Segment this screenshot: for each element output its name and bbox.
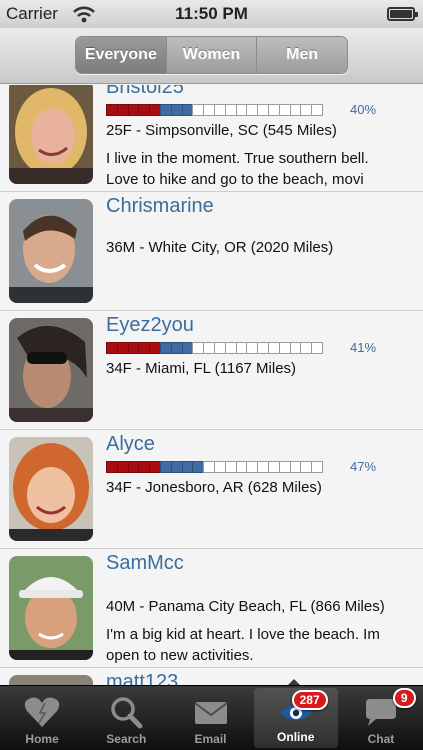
profile-info: 34F - Miami, FL (1167 Miles) bbox=[106, 360, 297, 377]
bio-line: I live in the moment. True southern bell… bbox=[106, 150, 369, 167]
profile-info: 34F - Jonesboro, AR (628 Miles) bbox=[106, 479, 322, 496]
profile-info: 25F - Simpsonville, SC (545 Miles) bbox=[106, 122, 337, 139]
profile-list[interactable]: Bristol25 40% 25F - Simpsonville, SC (54… bbox=[0, 85, 423, 685]
avatar bbox=[9, 85, 93, 184]
avatar bbox=[9, 556, 93, 660]
chat-count-badge: 9 bbox=[392, 688, 416, 708]
meter-cell bbox=[311, 104, 323, 116]
meter-cell bbox=[311, 342, 323, 354]
tab-label: Chat bbox=[367, 732, 395, 746]
match-percent: 41% bbox=[350, 340, 377, 355]
profile-row[interactable]: Bristol25 40% 25F - Simpsonville, SC (54… bbox=[0, 85, 423, 192]
tab-online[interactable]: 287 Online bbox=[253, 688, 338, 748]
match-meter bbox=[106, 104, 323, 116]
status-bar: Carrier 11:50 PM bbox=[0, 0, 423, 28]
avatar bbox=[9, 437, 93, 541]
segment-women[interactable]: Women bbox=[165, 37, 257, 73]
profile-bio: I live in the moment. True southern bell… bbox=[106, 148, 406, 190]
profile-info: 36M - White City, OR (2020 Miles) bbox=[106, 239, 334, 256]
match-percent: 47% bbox=[350, 459, 377, 474]
search-icon bbox=[111, 697, 143, 729]
profile-name[interactable]: Eyez2you bbox=[106, 314, 194, 337]
tab-email[interactable]: Email bbox=[168, 686, 252, 750]
segment-everyone[interactable]: Everyone bbox=[76, 37, 166, 73]
match-meter bbox=[106, 461, 323, 473]
profile-row[interactable]: Eyez2you 41% 34F - Miami, FL (1167 Miles… bbox=[0, 311, 423, 430]
profile-name[interactable]: Bristol25 bbox=[106, 85, 184, 99]
status-time: 11:50 PM bbox=[175, 4, 248, 23]
envelope-icon bbox=[193, 702, 228, 724]
filter-bar: Everyone Women Men bbox=[0, 28, 423, 84]
match-percent: 40% bbox=[350, 102, 377, 117]
tab-home[interactable]: Home bbox=[0, 686, 84, 750]
tab-label: Email bbox=[194, 732, 227, 746]
profile-name[interactable]: matt123 bbox=[106, 671, 178, 685]
avatar bbox=[9, 199, 93, 303]
tab-search[interactable]: Search bbox=[84, 686, 168, 750]
bio-line: open to new activities. bbox=[106, 647, 254, 664]
tab-bar: Home Search Email 287 Online 9 Chat bbox=[0, 685, 423, 750]
gender-filter: Everyone Women Men bbox=[75, 36, 348, 74]
profile-name[interactable]: Chrismarine bbox=[106, 195, 214, 218]
profile-row[interactable]: matt123 bbox=[0, 668, 423, 685]
heart-icon bbox=[24, 697, 60, 727]
profile-row[interactable]: SamMcc 40M - Panama City Beach, FL (866 … bbox=[0, 549, 423, 668]
avatar bbox=[9, 318, 93, 422]
bio-line: I'm a big kid at heart. I love the beach… bbox=[106, 626, 380, 643]
profile-info: 40M - Panama City Beach, FL (866 Miles) bbox=[106, 598, 385, 615]
match-meter bbox=[106, 342, 323, 354]
bio-line: Love to hike and go to the beach, movi bbox=[106, 171, 364, 188]
meter-cell bbox=[311, 461, 323, 473]
tab-label: Home bbox=[25, 732, 59, 746]
online-count-badge: 287 bbox=[291, 690, 328, 710]
tab-label: Online bbox=[277, 730, 315, 744]
tab-chat[interactable]: 9 Chat bbox=[339, 686, 423, 750]
profile-row[interactable]: Chrismarine 36M - White City, OR (2020 M… bbox=[0, 192, 423, 311]
profile-name[interactable]: SamMcc bbox=[106, 552, 184, 575]
segment-men[interactable]: Men bbox=[256, 37, 347, 73]
avatar bbox=[9, 675, 93, 685]
profile-bio: I'm a big kid at heart. I love the beach… bbox=[106, 624, 406, 666]
profile-row[interactable]: Alyce 47% 34F - Jonesboro, AR (628 Miles… bbox=[0, 430, 423, 549]
profile-name[interactable]: Alyce bbox=[106, 433, 155, 456]
battery-icon bbox=[387, 7, 418, 21]
tab-label: Search bbox=[106, 732, 147, 746]
